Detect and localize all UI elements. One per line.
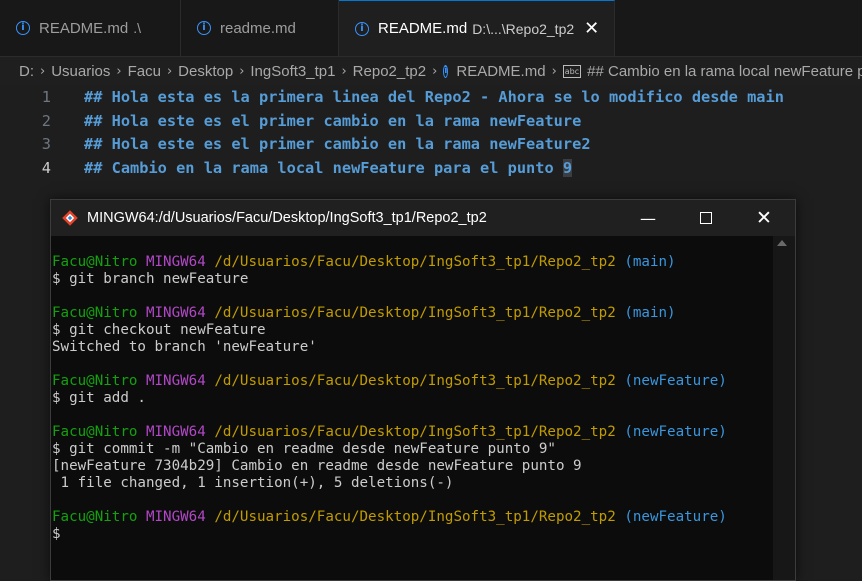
mingw-icon [62, 210, 78, 226]
breadcrumb-item-file[interactable]: README.md [456, 63, 545, 80]
prompt-path: /d/Usuarios/Facu/Desktop/IngSoft3_tp1/Re… [214, 305, 616, 321]
command-line-current[interactable]: $ [52, 526, 772, 543]
prompt-user: Facu@Nitro [52, 373, 138, 389]
output-line: Switched to branch 'newFeature' [52, 339, 317, 355]
command-line: $ git add . [52, 390, 146, 406]
maximize-button[interactable] [677, 200, 735, 236]
prompt-host: MINGW64 [145, 254, 206, 270]
prompt-line: Facu@Nitro MINGW64 /d/Usuarios/Facu/Desk… [52, 305, 772, 322]
breadcrumb-item-symbol[interactable]: ## Cambio en la rama local newFeature pa… [587, 63, 862, 80]
close-icon: ✕ [756, 207, 772, 229]
info-icon: i [16, 21, 30, 35]
prompt-branch: (main) [624, 254, 676, 270]
breadcrumb-item[interactable]: Repo2_tp2 [353, 63, 426, 80]
terminal-output[interactable]: Facu@Nitro MINGW64 /d/Usuarios/Facu/Desk… [52, 254, 772, 543]
prompt-host: MINGW64 [145, 305, 206, 321]
tab-readme-lowercase[interactable]: i readme.md [181, 0, 339, 56]
prompt-path: /d/Usuarios/Facu/Desktop/IngSoft3_tp1/Re… [214, 254, 616, 270]
chevron-right-icon: › [432, 63, 438, 79]
chevron-right-icon: › [116, 63, 122, 79]
tab-label: readme.md [220, 19, 296, 37]
line-number: 3 [41, 135, 51, 154]
prompt-user: Facu@Nitro [52, 305, 138, 321]
prompt-path: /d/Usuarios/Facu/Desktop/IngSoft3_tp1/Re… [214, 509, 616, 525]
chevron-right-icon: › [40, 63, 46, 79]
prompt-user: Facu@Nitro [52, 509, 138, 525]
terminal-window[interactable]: MINGW64:/d/Usuarios/Facu/Desktop/IngSoft… [50, 199, 796, 581]
editor-line: 2 ## Hola este es el primer cambio en la… [0, 109, 862, 133]
output-line: [newFeature 7304b29] Cambio en readme de… [52, 458, 582, 474]
line-text: ## Cambio en la rama local newFeature pa… [84, 158, 573, 177]
tab-label: README.md [39, 19, 129, 37]
minimize-button[interactable]: — [619, 200, 677, 236]
prompt-branch: (newFeature) [624, 373, 727, 389]
prompt-line: Facu@Nitro MINGW64 /d/Usuarios/Facu/Desk… [52, 509, 772, 526]
prompt-user: Facu@Nitro [52, 424, 138, 440]
output-line: 1 file changed, 1 insertion(+), 5 deleti… [52, 475, 454, 491]
editor-line: 1 ## Hola esta es la primera linea del R… [0, 85, 862, 109]
line-number: 1 [41, 87, 51, 106]
breadcrumb-item[interactable]: Desktop [178, 63, 233, 80]
breadcrumb-item[interactable]: IngSoft3_tp1 [250, 63, 335, 80]
terminal-titlebar[interactable]: MINGW64:/d/Usuarios/Facu/Desktop/IngSoft… [51, 200, 795, 236]
tab-readme-active[interactable]: i README.md D:\...\Repo2_tp2 ✕ [339, 0, 615, 56]
line-number: 2 [41, 111, 51, 130]
symbol-string-icon: abc [562, 64, 582, 78]
line-text: ## Hola este es el primer cambio en la r… [84, 135, 591, 154]
chevron-right-icon: › [239, 63, 245, 79]
prompt-line: Facu@Nitro MINGW64 /d/Usuarios/Facu/Desk… [52, 254, 772, 271]
prompt-host: MINGW64 [145, 373, 206, 389]
tab-readme-root[interactable]: i README.md .\ [0, 0, 181, 56]
maximize-icon [700, 212, 712, 224]
prompt-line: Facu@Nitro MINGW64 /d/Usuarios/Facu/Desk… [52, 373, 772, 390]
prompt-host: MINGW64 [145, 509, 206, 525]
chevron-right-icon: › [551, 63, 557, 79]
breadcrumb-item[interactable]: D: [19, 63, 34, 80]
prompt-path: /d/Usuarios/Facu/Desktop/IngSoft3_tp1/Re… [214, 424, 616, 440]
tab-path: .\ [133, 20, 141, 36]
tab-path: D:\...\Repo2_tp2 [472, 20, 575, 37]
chevron-right-icon: › [166, 63, 173, 79]
terminal-title: MINGW64:/d/Usuarios/Facu/Desktop/IngSoft… [87, 210, 487, 226]
line-text-main: ## Cambio en la rama local newFeature pa… [84, 158, 563, 177]
prompt-host: MINGW64 [145, 424, 206, 440]
scroll-up-arrow-icon[interactable] [777, 240, 787, 246]
prompt-branch: (newFeature) [624, 424, 727, 440]
info-icon: i [197, 21, 211, 35]
prompt-line: Facu@Nitro MINGW64 /d/Usuarios/Facu/Desk… [52, 424, 772, 441]
code-editor[interactable]: 1 ## Hola esta es la primera linea del R… [0, 85, 862, 185]
prompt-branch: (main) [624, 305, 676, 321]
line-number: 4 [41, 158, 51, 177]
terminal-scrollbar[interactable] [773, 236, 795, 580]
editor-line: 3 ## Hola este es el primer cambio en la… [0, 132, 862, 156]
line-text: ## Hola esta es la primera linea del Rep… [84, 87, 784, 106]
editor-line-active: 4 ## Cambio en la rama local newFeature … [0, 156, 862, 180]
tab-label: README.md [378, 20, 468, 37]
editor-tab-bar: i README.md .\ i readme.md i README.md D… [0, 0, 862, 57]
breadcrumb-item[interactable]: Facu [128, 63, 161, 80]
close-icon[interactable]: ✕ [584, 18, 599, 39]
prompt-user: Facu@Nitro [52, 254, 138, 270]
prompt-branch: (newFeature) [624, 509, 727, 525]
breadcrumb: D: › Usuarios › Facu › Desktop › IngSoft… [0, 57, 862, 85]
command-line: $ git branch newFeature [52, 271, 249, 287]
line-text: ## Hola este es el primer cambio en la r… [84, 111, 582, 130]
close-window-button[interactable]: ✕ [735, 200, 793, 236]
info-icon: i [355, 21, 369, 36]
command-line: $ git commit -m "Cambio en readme desde … [52, 441, 556, 457]
chevron-right-icon: › [341, 63, 347, 79]
minimize-icon: — [640, 208, 656, 228]
breadcrumb-item[interactable]: Usuarios [51, 63, 110, 80]
info-icon: i [443, 64, 449, 78]
prompt-path: /d/Usuarios/Facu/Desktop/IngSoft3_tp1/Re… [214, 373, 616, 389]
text-cursor: 9 [562, 158, 573, 177]
command-line: $ git checkout newFeature [52, 322, 266, 338]
